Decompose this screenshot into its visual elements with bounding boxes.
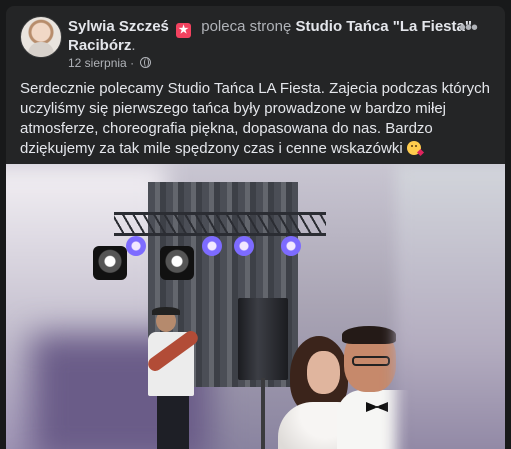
globe-icon xyxy=(140,57,152,68)
recommendation-action: poleca stronę xyxy=(201,18,292,35)
stage-light xyxy=(126,236,146,256)
author-avatar[interactable] xyxy=(20,16,62,58)
post-date[interactable]: 12 sierpnia xyxy=(68,56,127,70)
stage-light xyxy=(281,236,301,256)
page-location-line: Racibórz. xyxy=(68,37,136,55)
face-blowing-kiss-icon xyxy=(406,141,424,157)
moving-head-light xyxy=(93,246,127,280)
post-meta: 12 sierpnia · xyxy=(68,55,152,71)
groom-hair xyxy=(342,326,396,344)
header-period: . xyxy=(131,37,136,54)
lighting-truss xyxy=(114,212,326,236)
recommend-badge-icon: ★ xyxy=(176,23,192,38)
stage-light xyxy=(202,236,222,256)
groom-glasses xyxy=(352,356,390,366)
author-name[interactable]: Sylwia Szcześ xyxy=(68,18,169,35)
post-photo[interactable] xyxy=(6,164,505,449)
speaker xyxy=(238,298,288,380)
date-separator: · xyxy=(130,56,135,70)
stage-light xyxy=(234,236,254,256)
guitarist-hat xyxy=(152,307,180,315)
heart-icon xyxy=(416,148,424,157)
bride-face xyxy=(307,351,340,394)
blurred-right-area xyxy=(396,164,505,449)
post-card: Sylwia Szcześ ★ poleca stronę Studio Tań… xyxy=(6,6,505,449)
guitarist-legs xyxy=(157,396,189,449)
recommended-page-name[interactable]: Studio Tańca "La Fiesta" xyxy=(295,18,471,35)
recommended-page-location[interactable]: Racibórz xyxy=(68,37,131,54)
moving-head-light xyxy=(160,246,194,280)
speaker-stand xyxy=(261,378,265,449)
post-header: Sylwia Szcześ ★ poleca stronę Studio Tań… xyxy=(68,18,472,38)
post-text: Serdecznie polecamy Studio Tańca LA Fies… xyxy=(20,79,490,159)
more-options-icon[interactable]: ••• xyxy=(458,18,478,38)
